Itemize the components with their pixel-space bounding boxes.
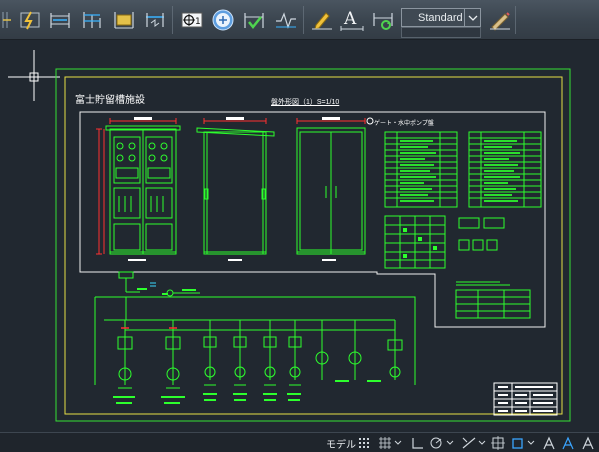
dimension-break-icon[interactable] <box>16 7 44 33</box>
snap-icon[interactable] <box>376 435 394 451</box>
dimension-update-icon[interactable] <box>369 7 397 33</box>
svg-text:1: 1 <box>195 17 201 27</box>
lineweight-dropdown-icon[interactable] <box>526 435 536 451</box>
model-tab[interactable]: モデル <box>322 435 360 451</box>
polar-icon[interactable] <box>428 435 446 451</box>
status-bar: モデル <box>0 432 599 452</box>
cabinet-front-dimensions <box>96 118 177 255</box>
chevron-down-icon[interactable] <box>464 9 480 26</box>
center-mark-icon[interactable]: 1 <box>178 7 206 33</box>
dimension-baseline-icon[interactable] <box>78 7 106 33</box>
dimension-edit-icon[interactable] <box>272 7 300 33</box>
jogged-linear-icon[interactable] <box>240 7 268 33</box>
dim-label-width-3 <box>322 117 340 120</box>
annotation-visibility-icon[interactable] <box>559 435 577 451</box>
object-snap-tracking-icon[interactable] <box>460 435 478 451</box>
inspect-dimension-icon[interactable] <box>209 7 237 33</box>
dim-label-base-1 <box>128 259 146 261</box>
dimension-style-select[interactable]: Standard <box>401 8 481 27</box>
dimension-jogged-icon[interactable] <box>141 7 169 33</box>
dimension-style-icon[interactable] <box>486 7 514 33</box>
outer-frame <box>55 68 571 422</box>
workspace-icon[interactable] <box>579 435 597 451</box>
model-space-canvas[interactable]: 富士貯留槽施設 盤外形図（1）S=1/10 ゲート・水中ポンプ盤 <box>0 40 599 432</box>
dim-label-width-2 <box>226 117 244 120</box>
dim-label-base-3 <box>322 259 336 261</box>
pump-panel-note: ゲート・水中ポンプ盤 <box>374 121 434 127</box>
annotation-scale-icon[interactable] <box>540 435 558 451</box>
legend-boxes <box>458 217 505 251</box>
dim-label-width-1 <box>134 117 152 120</box>
dimension-style-value: Standard <box>418 11 463 24</box>
object-snap-icon[interactable] <box>490 435 508 451</box>
dimension-continue-icon[interactable] <box>110 7 138 33</box>
dimension-text-icon[interactable]: A <box>338 7 366 33</box>
spec-table <box>455 289 531 319</box>
switch-matrix-table <box>384 215 446 269</box>
project-title: 富士貯留槽施設 <box>75 95 145 106</box>
ortho-icon[interactable] <box>408 435 426 451</box>
dimension-space-icon[interactable] <box>46 7 74 33</box>
cabinet-side-view <box>196 127 275 255</box>
cabinet-rear-view <box>296 127 366 255</box>
sheet-title: 盤外形図（1）S=1/10 <box>271 99 340 106</box>
dimension-text-edit-icon[interactable] <box>308 7 336 33</box>
polar-dropdown-icon[interactable] <box>445 435 455 451</box>
note-marker-icon <box>366 117 374 125</box>
cabinet-front-view <box>105 125 181 255</box>
diagram-labels <box>113 288 381 404</box>
grid-icon[interactable] <box>356 435 374 451</box>
style-select-strip <box>401 27 481 38</box>
svg-text:A: A <box>343 9 357 29</box>
dim-label-base-2 <box>228 259 242 261</box>
dimension-toolbar-edge-icon[interactable] <box>0 7 14 33</box>
snap-tracking-dropdown-icon[interactable] <box>477 435 487 451</box>
chevron-down-icon[interactable] <box>393 435 403 451</box>
dimension-toolbar: 1 A Standard <box>0 0 599 40</box>
lineweight-icon[interactable] <box>509 435 527 451</box>
crosshair-cursor-icon <box>8 50 60 101</box>
